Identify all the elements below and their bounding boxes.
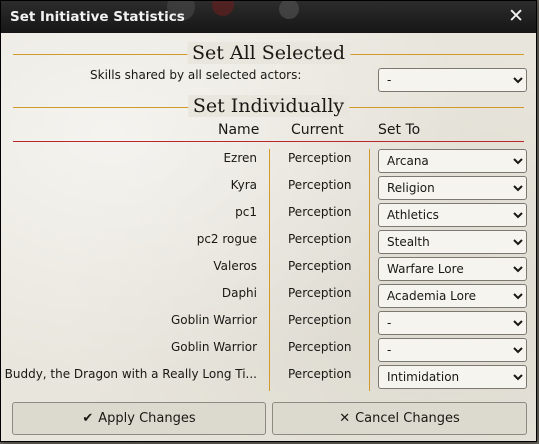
row-name: pc1	[235, 205, 257, 219]
column-divider-name	[269, 149, 270, 391]
row-current-skill: Perception	[288, 286, 352, 300]
checkmark-icon: ✔	[82, 411, 94, 426]
set-all-selected-heading: Set All Selected	[186, 42, 351, 64]
column-header-name: Name	[218, 122, 260, 138]
row-current-skill: Perception	[288, 178, 352, 192]
shared-skills-label: Skills shared by all selected actors:	[90, 68, 302, 82]
row-set-to-select[interactable]: Warfare Lore	[378, 257, 527, 281]
row-name: Kyra	[230, 178, 257, 192]
row-current-skill: Perception	[288, 340, 352, 354]
window-title: Set Initiative Statistics	[10, 9, 185, 25]
row-set-to-select[interactable]: -	[378, 338, 527, 362]
row-set-to-select[interactable]: Arcana	[378, 149, 527, 173]
title-bar[interactable]: Set Initiative Statistics ✕	[1, 1, 536, 33]
row-name: Goblin Warrior	[170, 340, 257, 354]
row-name: Goblin Warrior	[170, 313, 257, 327]
row-set-to-select[interactable]: -	[378, 311, 527, 335]
row-current-skill: Perception	[288, 259, 352, 273]
row-set-to-select[interactable]: Religion	[378, 176, 527, 200]
row-current-skill: Perception	[288, 205, 352, 219]
apply-changes-label: Apply Changes	[98, 411, 196, 426]
column-header-set-to: Set To	[378, 122, 421, 138]
close-icon[interactable]: ✕	[508, 5, 524, 27]
close-icon: ✕	[339, 411, 351, 426]
column-header-current: Current	[291, 122, 344, 138]
header-divider	[13, 141, 524, 142]
row-set-to-select[interactable]: Stealth	[378, 230, 527, 254]
set-all-selected-header: Set All Selected	[13, 42, 524, 66]
column-divider-current	[369, 149, 370, 391]
row-current-skill: Perception	[288, 151, 352, 165]
row-name: Ezren	[223, 151, 257, 165]
set-individually-heading: Set Individually	[187, 95, 350, 117]
row-name: Valeros	[213, 259, 257, 273]
row-current-skill: Perception	[288, 367, 352, 381]
shared-skill-select[interactable]: -	[378, 68, 527, 92]
cancel-changes-button[interactable]: ✕ Cancel Changes	[272, 402, 527, 435]
set-individually-header: Set Individually	[13, 95, 524, 119]
row-set-to-select[interactable]: Academia Lore	[378, 284, 527, 308]
row-current-skill: Perception	[288, 313, 352, 327]
row-set-to-select[interactable]: Intimidation	[378, 365, 527, 389]
apply-changes-button[interactable]: ✔ Apply Changes	[12, 402, 266, 435]
dialog-window: Set Initiative Statistics ✕ Set All Sele…	[0, 0, 537, 442]
row-current-skill: Perception	[288, 232, 352, 246]
row-name: pc2 rogue	[196, 232, 257, 246]
row-set-to-select[interactable]: Athletics	[378, 203, 527, 227]
row-name: Daphi	[221, 286, 257, 300]
cancel-changes-label: Cancel Changes	[355, 411, 460, 426]
row-name: Buddy, the Dragon with a Really Long Ti.…	[4, 367, 257, 381]
